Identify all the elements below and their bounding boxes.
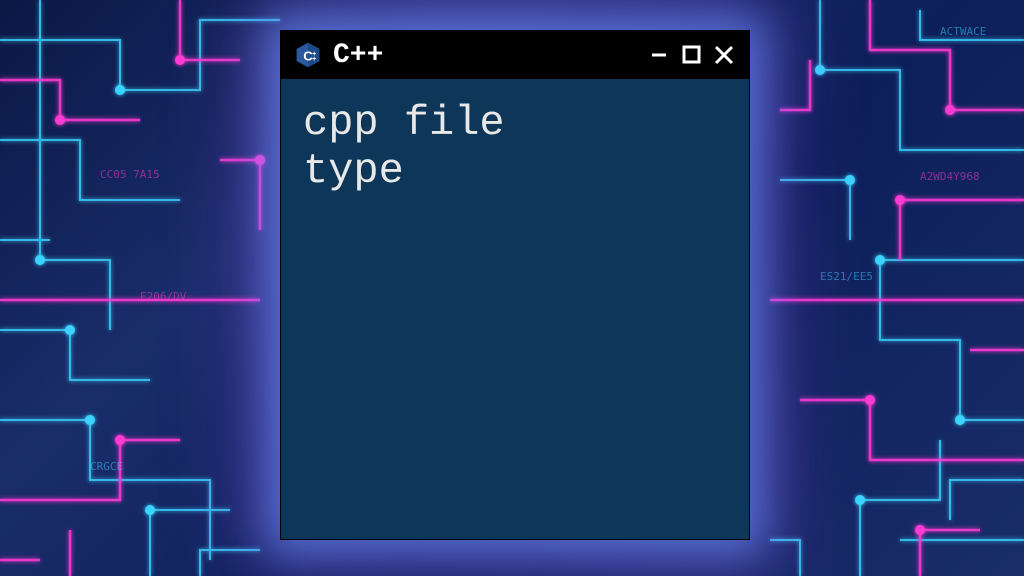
titlebar[interactable]: C + + C++	[281, 31, 749, 79]
svg-text:ACTWACE: ACTWACE	[940, 25, 986, 38]
cpp-logo-icon: C + +	[293, 40, 323, 70]
minimize-button[interactable]	[647, 42, 673, 68]
svg-text:+: +	[312, 56, 316, 63]
window-controls	[647, 42, 737, 68]
svg-text:CC05 7A15: CC05 7A15	[100, 168, 160, 181]
svg-text:A2WD4Y968: A2WD4Y968	[920, 170, 980, 183]
close-button[interactable]	[711, 42, 737, 68]
window-title: C++	[333, 40, 637, 71]
maximize-button[interactable]	[679, 42, 705, 68]
svg-text:E206/DV: E206/DV	[140, 290, 187, 303]
window-content-text: cpp file type	[281, 79, 749, 539]
svg-text:ES21/EE5: ES21/EE5	[820, 270, 873, 283]
svg-text:CRGCE: CRGCE	[90, 460, 123, 473]
app-window: C + + C++ cpp file type	[280, 30, 750, 540]
